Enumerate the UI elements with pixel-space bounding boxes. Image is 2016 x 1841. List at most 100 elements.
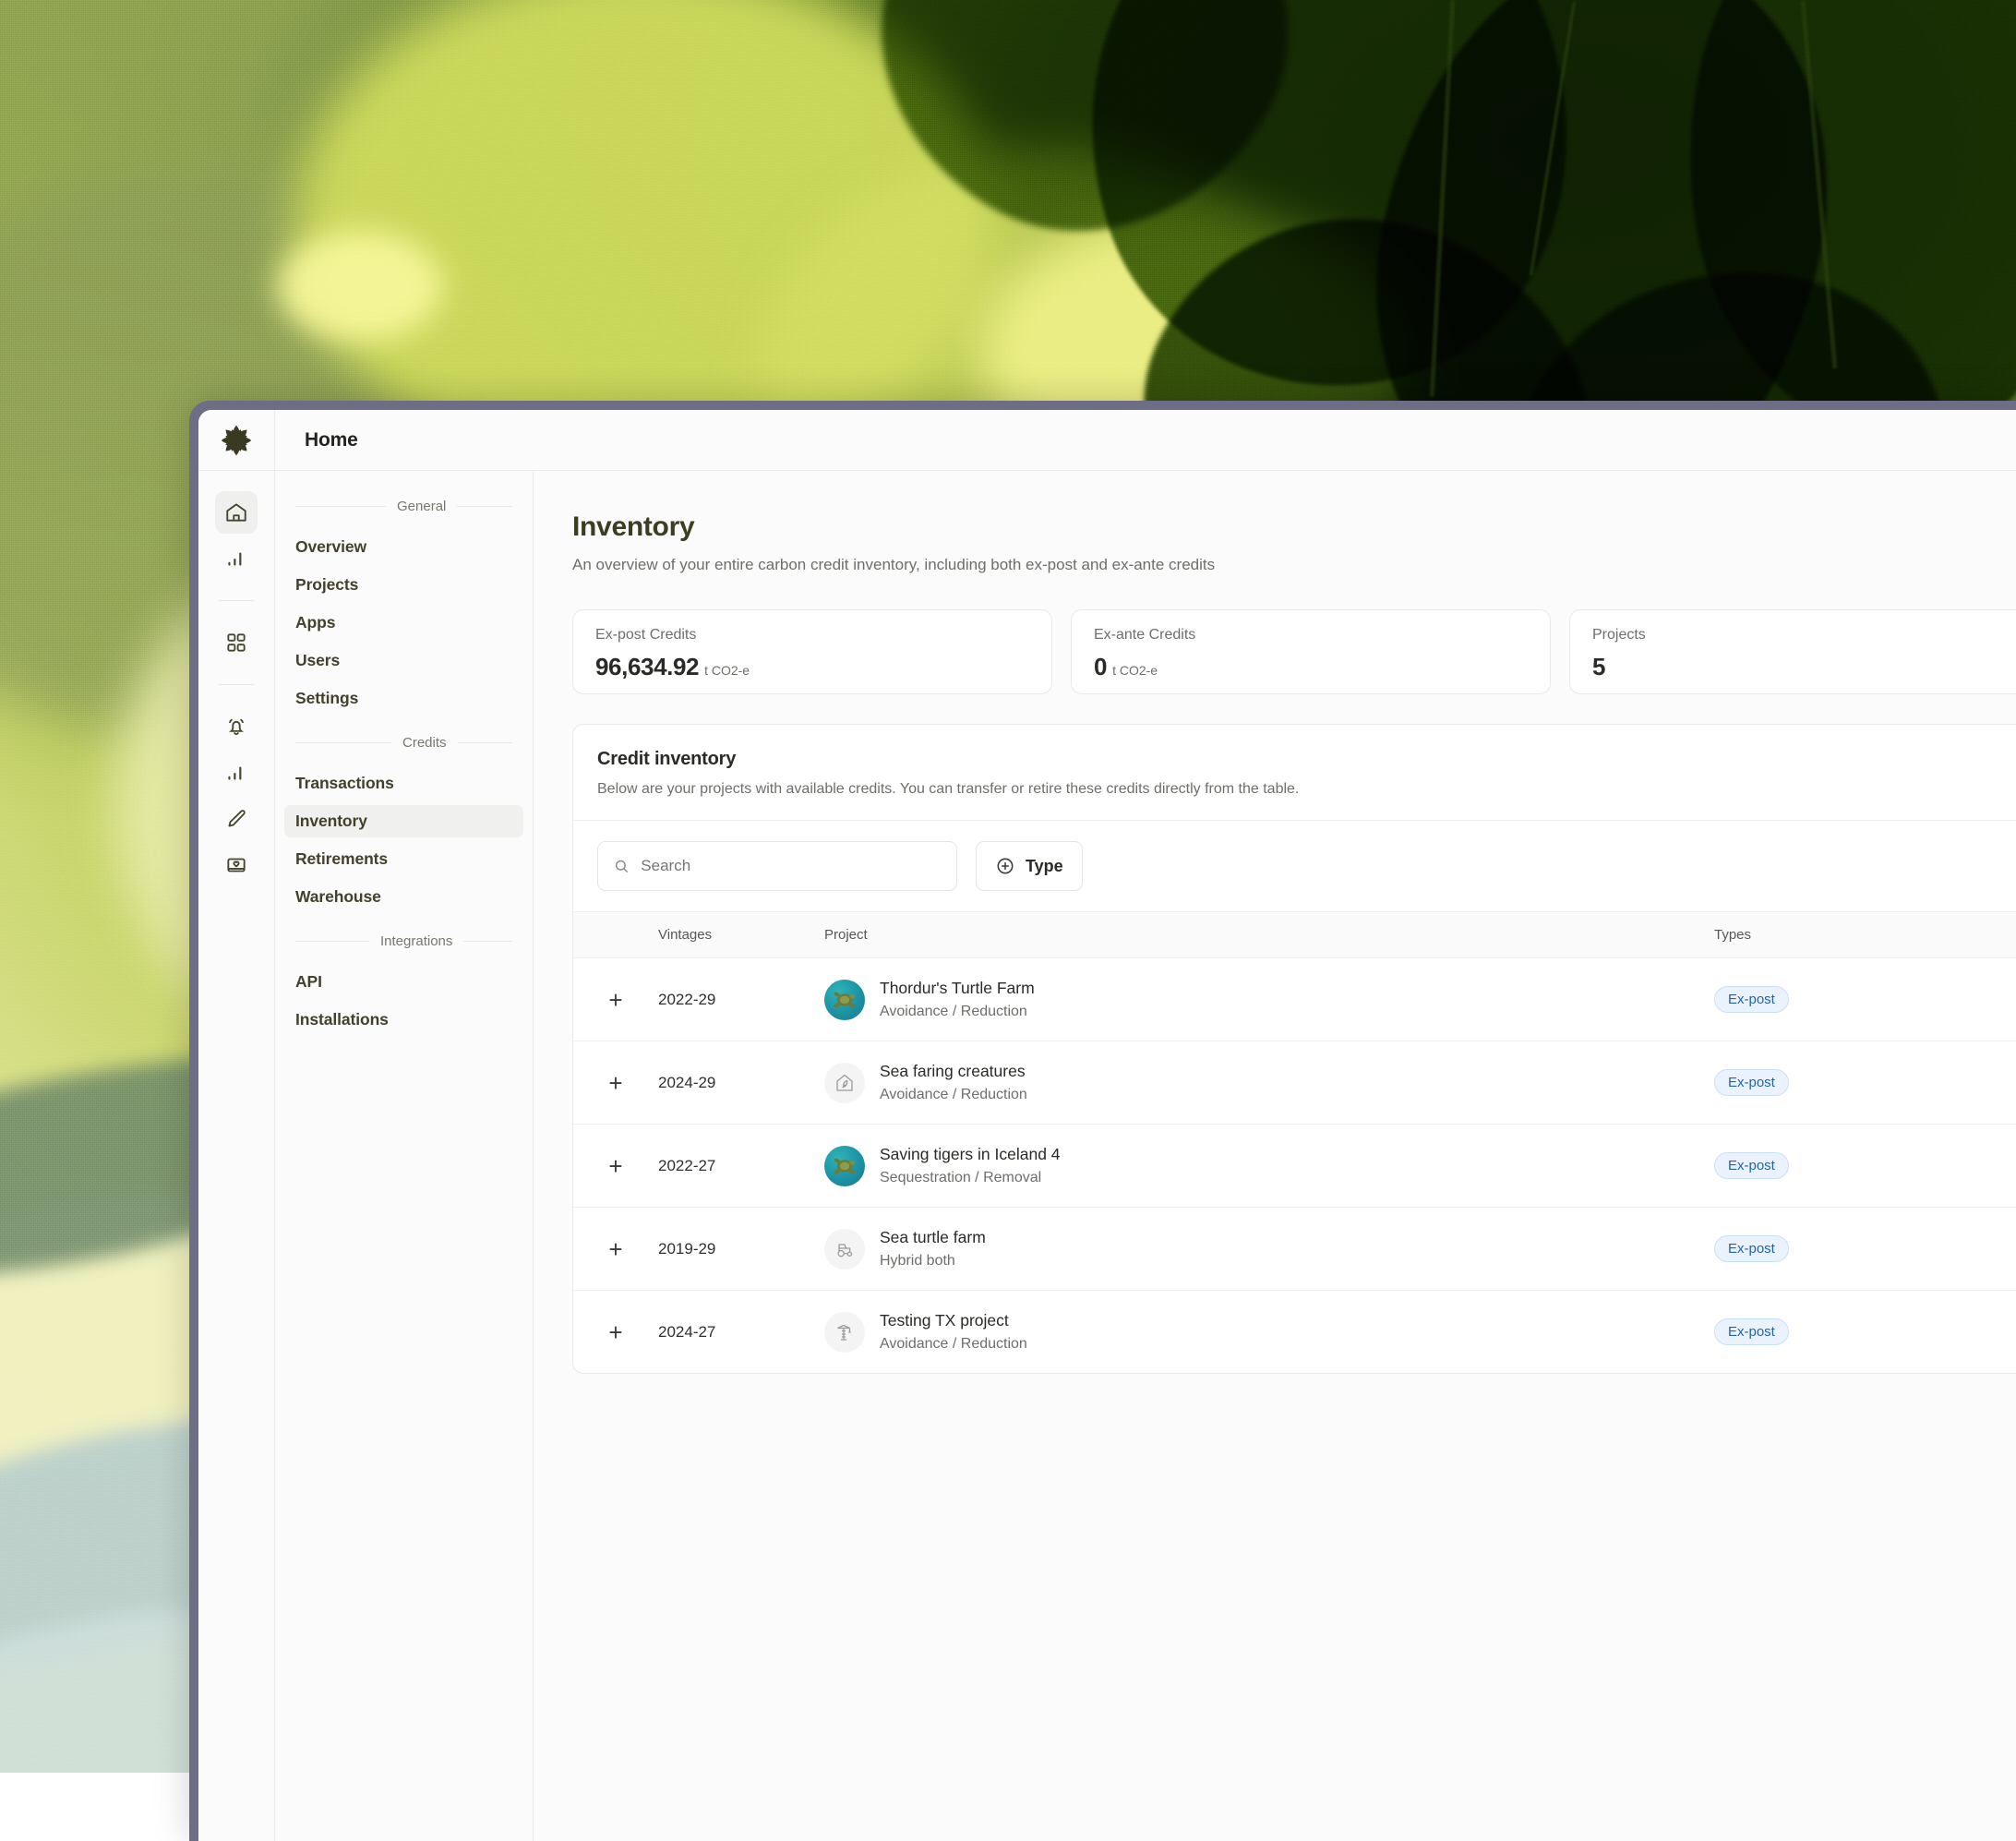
- turtle-photo-avatar: [824, 980, 865, 1020]
- home-icon: [224, 500, 248, 524]
- credit-inventory-panel: Credit inventory Below are your projects…: [572, 724, 2016, 1374]
- expand-cell[interactable]: +: [573, 1125, 658, 1208]
- vintages-cell: 2019-29: [658, 1208, 824, 1291]
- col-amount[interactable]: Amount: [1926, 912, 2016, 958]
- expand-cell[interactable]: +: [573, 958, 658, 1041]
- rail-notifications-button[interactable]: [215, 705, 258, 748]
- sidebar-item-apps[interactable]: Apps: [284, 607, 523, 639]
- sidebar-item-transactions[interactable]: Transactions: [284, 767, 523, 800]
- nav-divider-right: [457, 506, 512, 507]
- page-title: Inventory: [572, 511, 2016, 543]
- table-body: + 2022-29: [573, 958, 2016, 1374]
- sidebar-item-users[interactable]: Users: [284, 644, 523, 677]
- panel-header: Credit inventory Below are your projects…: [573, 725, 2016, 821]
- sidebar-item-warehouse[interactable]: Warehouse: [284, 881, 523, 913]
- nav-divider-right: [458, 742, 512, 743]
- types-cell: Ex-post: [1714, 1208, 1926, 1291]
- turtle-photo-avatar: [824, 1146, 865, 1186]
- types-cell: Ex-post: [1714, 958, 1926, 1041]
- project-cell: Thordur's Turtle Farm Avoidance / Reduct…: [824, 958, 1714, 1041]
- table-row[interactable]: + 2024-27: [573, 1291, 2016, 1374]
- table-row[interactable]: + 2019-29: [573, 1208, 2016, 1291]
- breadcrumb: Home: [275, 410, 358, 470]
- house-leaf-avatar: [824, 1063, 865, 1103]
- table-row[interactable]: + 2022-27: [573, 1125, 2016, 1208]
- stat-value-row: 5: [1592, 653, 2016, 681]
- project-category: Avoidance / Reduction: [880, 1087, 1027, 1103]
- rail-apps-button[interactable]: [215, 621, 258, 664]
- project-category: Sequestration / Removal: [880, 1170, 1061, 1186]
- breadcrumb-home[interactable]: Home: [305, 429, 358, 451]
- sidebar-item-retirements[interactable]: Retirements: [284, 843, 523, 875]
- type-filter-button[interactable]: Type: [976, 841, 1083, 891]
- expand-cell[interactable]: +: [573, 1041, 658, 1125]
- sidebar-item-api[interactable]: API: [284, 966, 523, 998]
- tractor-icon: [834, 1238, 856, 1260]
- vintages-cell: 2024-27: [658, 1291, 824, 1374]
- status-badge: Ex-post: [1714, 1152, 1789, 1179]
- stat-unit: t CO2-e: [704, 663, 750, 678]
- project-name[interactable]: Saving tigers in Iceland 4: [880, 1145, 1061, 1164]
- flower-mandala-logo-icon: [219, 423, 254, 458]
- pencil-icon: [224, 807, 248, 831]
- amount-cell: 500: [1926, 1291, 2016, 1374]
- rail-edit-button[interactable]: [215, 798, 258, 840]
- col-vintages[interactable]: Vintages: [658, 912, 824, 958]
- app-window: Home: [189, 401, 2016, 1841]
- expand-row-icon[interactable]: +: [602, 1318, 630, 1346]
- search-box[interactable]: [597, 841, 957, 891]
- rail-inbox-button[interactable]: [215, 844, 258, 886]
- expand-row-icon[interactable]: +: [602, 1069, 630, 1097]
- app-body: General Overview Projects Apps Users Set…: [198, 471, 2016, 1841]
- nav-group-label: Credits: [402, 735, 447, 751]
- type-filter-label: Type: [1026, 857, 1063, 876]
- sidebar-item-installations[interactable]: Installations: [284, 1004, 523, 1036]
- project-name[interactable]: Sea turtle farm: [880, 1228, 986, 1247]
- nav-divider-left: [295, 742, 391, 743]
- search-input[interactable]: [641, 857, 942, 875]
- stat-card-row: Ex-post Credits 96,634.92 t CO2-e Ex-ant…: [572, 609, 2016, 694]
- turtle-icon: [831, 989, 858, 1011]
- expand-row-icon[interactable]: +: [602, 1152, 630, 1180]
- stat-value: 5: [1592, 653, 1605, 681]
- expand-row-icon[interactable]: +: [602, 1235, 630, 1263]
- rail-analytics-button[interactable]: [215, 537, 258, 580]
- amount-cell: 0.9: [1926, 1125, 2016, 1208]
- rail-divider-2: [219, 684, 254, 685]
- sidebar-item-overview[interactable]: Overview: [284, 531, 523, 563]
- expand-cell[interactable]: +: [573, 1291, 658, 1374]
- sidebar-item-settings[interactable]: Settings: [284, 682, 523, 715]
- project-name[interactable]: Testing TX project: [880, 1311, 1027, 1330]
- vintage-value: 2019-29: [658, 1240, 715, 1257]
- vintage-value: 2022-29: [658, 991, 715, 1008]
- project-name[interactable]: Sea faring creatures: [880, 1062, 1027, 1081]
- expand-cell[interactable]: +: [573, 1208, 658, 1291]
- grid-apps-icon: [224, 631, 248, 655]
- rail-reports-button[interactable]: [215, 752, 258, 794]
- col-types[interactable]: Types: [1714, 912, 1926, 958]
- nav-divider-left: [295, 941, 369, 942]
- col-project[interactable]: Project: [824, 912, 1714, 958]
- rail-home-button[interactable]: [215, 491, 258, 534]
- col-expand: [573, 912, 658, 958]
- stat-unit: t CO2-e: [1112, 663, 1158, 678]
- crane-icon: [834, 1321, 856, 1343]
- table-row[interactable]: + 2022-29: [573, 958, 2016, 1041]
- plus-circle-icon: [995, 856, 1015, 876]
- amount-cell: 288: [1926, 1208, 2016, 1291]
- bar-chart-2-icon: [224, 761, 248, 785]
- main-content: Inventory An overview of your entire car…: [534, 471, 2016, 1841]
- turtle-icon: [831, 1155, 858, 1177]
- status-badge: Ex-post: [1714, 986, 1789, 1013]
- project-name[interactable]: Thordur's Turtle Farm: [880, 979, 1035, 998]
- app-logo[interactable]: [198, 410, 275, 470]
- project-cell: Sea faring creatures Avoidance / Reducti…: [824, 1041, 1714, 1125]
- expand-row-icon[interactable]: +: [602, 986, 630, 1014]
- sidebar-item-inventory[interactable]: Inventory: [284, 805, 523, 837]
- stat-card-ex-ante: Ex-ante Credits 0 t CO2-e: [1071, 609, 1551, 694]
- nav-divider-right: [463, 941, 512, 942]
- bell-alert-icon: [224, 715, 248, 739]
- sidebar-item-projects[interactable]: Projects: [284, 569, 523, 601]
- bar-chart-icon: [224, 547, 248, 571]
- table-row[interactable]: + 2024-29: [573, 1041, 2016, 1125]
